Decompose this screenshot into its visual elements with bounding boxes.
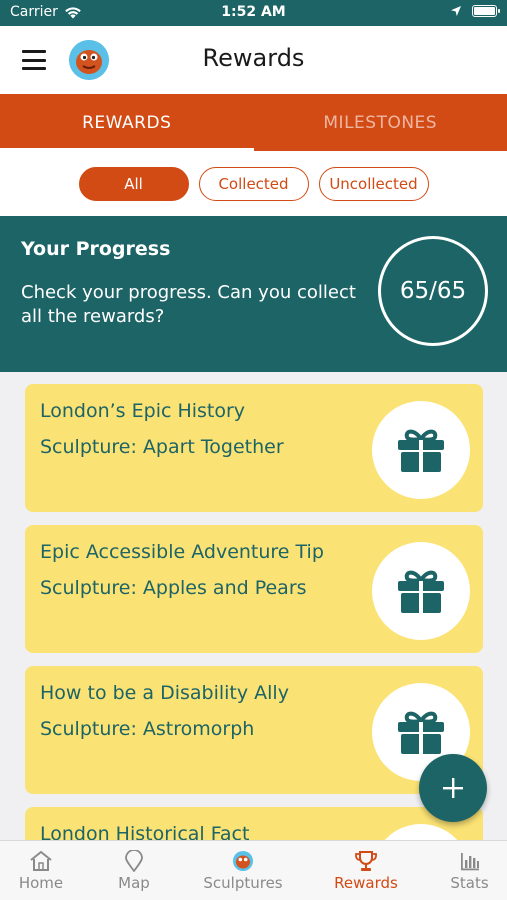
reward-card[interactable]: How to be a Disability Ally Sculpture: A…	[25, 666, 483, 794]
home-icon	[30, 850, 52, 871]
filter-collected-button[interactable]: Collected	[198, 166, 309, 201]
nav-map-label: Map	[118, 874, 150, 892]
map-pin-icon	[125, 850, 143, 872]
reward-card[interactable]: London Historical Fact	[25, 807, 483, 840]
tab-rewards[interactable]: REWARDS	[0, 94, 254, 151]
gift-icon[interactable]	[372, 542, 470, 640]
gift-icon[interactable]	[372, 824, 470, 840]
gift-icon[interactable]	[372, 401, 470, 499]
reward-sculpture: Sculpture: Astromorph	[40, 718, 255, 740]
nav-stats-label: Stats	[450, 874, 489, 892]
reward-card[interactable]: London’s Epic History Sculpture: Apart T…	[25, 384, 483, 512]
tab-milestones[interactable]: MILESTONES	[254, 94, 507, 151]
status-bar: Carrier 1:52 AM	[0, 0, 507, 26]
plus-icon	[443, 778, 463, 798]
nav-home[interactable]: Home	[0, 841, 82, 900]
status-time: 1:52 AM	[221, 4, 286, 20]
page-title: Rewards	[202, 44, 305, 72]
reward-sculpture: Sculpture: Apples and Pears	[40, 577, 307, 599]
location-arrow-icon	[451, 6, 461, 16]
nav-rewards[interactable]: Rewards	[300, 841, 432, 900]
add-button[interactable]	[419, 754, 487, 822]
tab-bar: REWARDS MILESTONES	[0, 94, 507, 151]
nav-map[interactable]: Map	[82, 841, 186, 900]
sculpture-icon	[233, 851, 253, 871]
nav-sculptures[interactable]: Sculptures	[186, 841, 300, 900]
progress-description: Check your progress. Can you collect all…	[21, 282, 356, 327]
progress-heading: Your Progress	[21, 238, 171, 260]
reward-title: How to be a Disability Ally	[40, 682, 289, 704]
reward-card[interactable]: Epic Accessible Adventure Tip Sculpture:…	[25, 525, 483, 653]
stats-icon	[460, 853, 479, 871]
nav-home-label: Home	[18, 874, 64, 892]
nav-sculptures-label: Sculptures	[203, 874, 283, 892]
filter-all-button[interactable]: All	[78, 166, 189, 201]
progress-counter: 65/65	[378, 236, 488, 346]
reward-sculpture: Sculpture: Apart Together	[40, 436, 284, 458]
nav-stats[interactable]: Stats	[432, 841, 507, 900]
nav-rewards-label: Rewards	[334, 874, 398, 892]
reward-title: London Historical Fact	[40, 823, 250, 840]
status-right	[450, 5, 500, 17]
trophy-icon	[355, 851, 377, 871]
bottom-nav: Home Map Sculptures Rewards Stats	[0, 840, 507, 900]
reward-title: Epic Accessible Adventure Tip	[40, 541, 324, 563]
app-header: Rewards	[0, 26, 507, 94]
battery-icon	[472, 5, 500, 17]
filter-uncollected-button[interactable]: Uncollected	[318, 166, 429, 201]
progress-banner: Your Progress Check your progress. Can y…	[0, 216, 507, 372]
filter-bar: All Collected Uncollected	[0, 151, 507, 216]
reward-title: London’s Epic History	[40, 400, 246, 422]
